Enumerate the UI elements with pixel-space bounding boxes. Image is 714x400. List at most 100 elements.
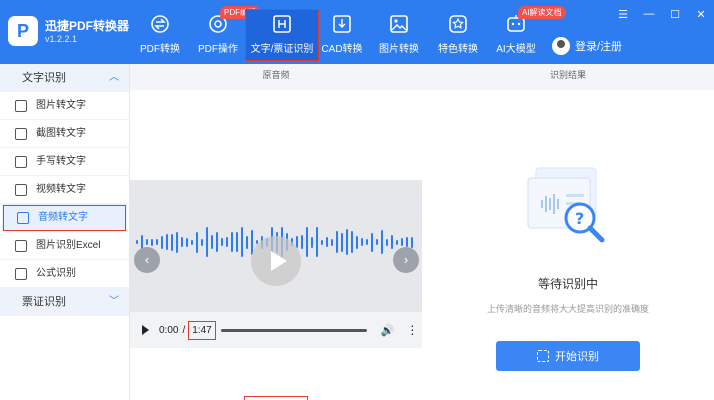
waveform-bar	[381, 230, 383, 254]
audio-icon	[17, 212, 29, 224]
section-title: 票证识别	[22, 296, 66, 308]
waveform-bar	[191, 239, 193, 245]
ocr-icon	[273, 15, 291, 33]
app-version: v1.2.2.1	[45, 34, 78, 44]
nav-badge-ai: AI解读文档	[518, 6, 566, 19]
waveform-bar	[216, 232, 218, 252]
waveform-bar	[306, 227, 308, 257]
nav-pdf-convert[interactable]: PDF转换	[130, 10, 190, 58]
sidebar-item-image-to-excel[interactable]: 图片识别Excel	[0, 232, 129, 260]
play-overlay-button[interactable]	[251, 236, 301, 286]
waveform-bar	[196, 231, 198, 253]
audio-player-controls: 0:00 / 1:47 🔊 ⋮	[130, 312, 422, 348]
start-recognition-button[interactable]: 开始识别	[496, 341, 640, 371]
waveform-bar	[146, 239, 148, 245]
volume-icon[interactable]: 🔊	[381, 324, 395, 337]
exchange-icon	[151, 15, 169, 33]
nav-label: 文字/票证识别	[250, 44, 314, 55]
sidebar-item-label: 图片识别Excel	[36, 240, 101, 251]
play-icon[interactable]	[142, 325, 149, 335]
waveform-bar	[411, 236, 413, 248]
sidebar-item-video-to-text[interactable]: 视频转文字	[0, 176, 129, 204]
waveform-bar	[166, 234, 168, 250]
nav-label: CAD转换	[321, 44, 363, 55]
formula-icon	[15, 268, 27, 280]
waveform-bar	[406, 237, 408, 247]
waveform-bar	[231, 232, 233, 252]
waveform-bar	[326, 237, 328, 247]
minimize-icon[interactable]: —	[636, 8, 662, 21]
svg-text:?: ?	[575, 209, 584, 228]
window-controls: ☰ — ☐ ✕	[610, 8, 714, 21]
waveform-bar	[356, 235, 358, 249]
chevron-down-icon: ﹀	[109, 296, 119, 307]
sidebar-item-audio-to-text[interactable]: 音频转文字	[2, 204, 127, 232]
waveform-bar	[396, 239, 398, 245]
login-button[interactable]: 登录/注册	[552, 36, 622, 56]
waveform-bar	[321, 239, 323, 245]
time-separator: /	[182, 324, 186, 336]
sidebar-item-handwrite-to-text[interactable]: 手写转文字	[0, 148, 129, 176]
nav-image[interactable]: 图片转换	[369, 10, 429, 58]
waveform-bar	[201, 238, 203, 246]
excel-icon	[15, 240, 27, 252]
waveform-bar	[221, 238, 223, 246]
nav-label: AI大模型	[496, 44, 536, 55]
nav-label: 特色转换	[438, 44, 478, 55]
more-options-icon[interactable]: ⋮	[406, 323, 418, 337]
waveform-bar	[361, 238, 363, 246]
waveform-bar	[181, 237, 183, 247]
sidebar-item-label: 公式识别	[36, 268, 76, 279]
waveform-bar	[371, 232, 373, 252]
waveform-bar	[311, 236, 313, 248]
sidebar-section-text-ocr[interactable]: 文字识别 ︿	[0, 64, 129, 92]
waveform-bar	[186, 237, 188, 247]
app-name: 迅捷PDF转换器	[45, 19, 130, 33]
sidebar-item-screenshot-to-text[interactable]: 截图转文字	[0, 120, 129, 148]
waveform-bar	[246, 235, 248, 249]
waveform-bar	[161, 235, 163, 249]
waveform-bar	[171, 233, 173, 251]
seek-bar[interactable]	[220, 328, 367, 332]
app-logo: P	[8, 16, 38, 46]
start-button-label: 开始识别	[555, 351, 599, 363]
waveform-bar	[331, 238, 333, 246]
nav-special[interactable]: 特色转换	[428, 10, 488, 58]
sidebar-item-formula[interactable]: 公式识别	[0, 260, 129, 288]
waveform-bar	[316, 227, 318, 257]
waveform-bar	[156, 239, 158, 245]
star-icon	[449, 15, 467, 33]
sidebar-item-label: 截图转文字	[36, 128, 86, 139]
nav-label: PDF转换	[140, 44, 180, 55]
waveform-bar	[226, 237, 228, 247]
waiting-illustration: ?	[527, 167, 605, 243]
sidebar-item-label: 手写转文字	[36, 156, 86, 167]
waveform-bar	[211, 235, 213, 249]
waveform-bar	[336, 231, 338, 253]
waveform-bar	[176, 231, 178, 253]
chevron-up-icon: ︿	[109, 72, 119, 83]
nav-cad[interactable]: CAD转换	[312, 10, 372, 58]
waiting-status-title: 等待识别中	[537, 277, 598, 291]
sidebar-item-image-to-text[interactable]: 图片转文字	[0, 92, 129, 120]
current-time: 0:00	[159, 324, 179, 336]
waveform-bar	[136, 240, 138, 244]
screenshot-icon	[15, 128, 27, 140]
text-icon	[15, 100, 27, 112]
section-title: 文字识别	[22, 72, 66, 84]
waveform-bar	[391, 235, 393, 249]
maximize-icon[interactable]: ☐	[662, 8, 688, 21]
nav-label: PDF操作	[198, 44, 238, 55]
waveform-bar	[386, 238, 388, 246]
nav-ocr[interactable]: 文字/票证识别	[245, 9, 319, 61]
sidebar-item-label: 视频转文字	[36, 184, 86, 195]
close-icon[interactable]: ✕	[688, 8, 714, 21]
nav-label: 图片转换	[379, 44, 419, 55]
app-header: P 迅捷PDF转换器 v1.2.2.1 PDF转换 PDF操作 PDF编辑 文字…	[0, 0, 714, 64]
sidebar: 文字识别 ︿ 图片转文字 截图转文字 手写转文字 视频转文字 音频转文字 图片识…	[0, 64, 130, 400]
original-audio-title: 原音频	[262, 70, 290, 80]
menu-icon[interactable]: ☰	[610, 8, 636, 21]
next-arrow-button[interactable]: ›	[393, 247, 419, 273]
prev-arrow-button[interactable]: ‹	[134, 247, 160, 273]
sidebar-section-ticket-ocr[interactable]: 票证识别 ﹀	[0, 288, 129, 316]
